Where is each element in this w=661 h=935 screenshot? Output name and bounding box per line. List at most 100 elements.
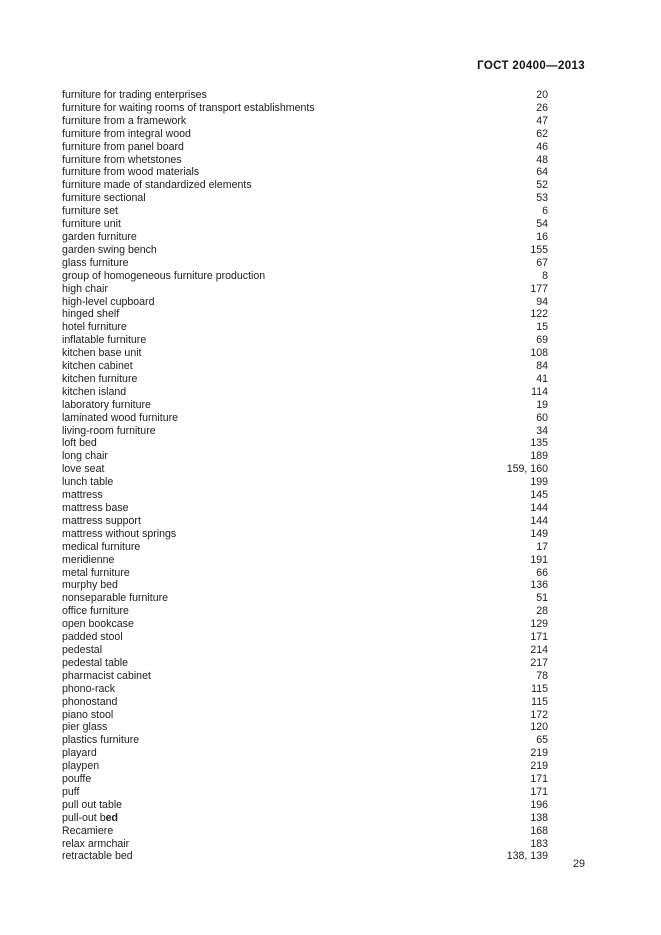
index-entry-row: laboratory furniture 19 <box>62 399 548 412</box>
index-entry-pages: 15 <box>536 321 548 334</box>
index-entry-row: open bookcase 129 <box>62 618 548 631</box>
index-entry-row: furniture made of standardized elements 5… <box>62 179 548 192</box>
index-entry-row: furniture from wood materials 64 <box>62 166 548 179</box>
index-entry-term: kitchen furniture <box>62 372 138 385</box>
index-entry-term: pouffe <box>62 773 92 786</box>
index-entry-term: lunch table <box>62 476 114 489</box>
index-entry-pages: 108 <box>530 347 548 360</box>
index-entry-term: furniture made of standardized elements <box>62 179 252 192</box>
index-entry-pages: 8 <box>542 269 548 282</box>
index-entry-row: pull-out bed 138 <box>62 812 548 825</box>
index-entry-row: piano stool 172 <box>62 709 548 722</box>
index-entry-pages: 20 <box>536 89 548 101</box>
index-entry-pages: 67 <box>536 256 548 269</box>
index-entry-row: medical furniture 17 <box>62 541 548 554</box>
index-entry-row: garden swing bench 155 <box>62 244 548 257</box>
index-entry-term: long chair <box>62 450 108 463</box>
index-entry-row: office furniture 28 <box>62 605 548 618</box>
document-page: ГОСТ 20400—2013 furniture for trading en… <box>0 0 661 935</box>
index-entry-term: furniture from whetstones <box>62 153 182 166</box>
index-entry-term: inflatable furniture <box>62 334 147 347</box>
index-entry-row: furniture for trading enterprises 20 <box>62 89 548 102</box>
index-entry-pages: 28 <box>536 605 548 618</box>
index-entry-term: garden swing bench <box>62 243 157 256</box>
index-entry-row: group of homogeneous furniture productio… <box>62 270 548 283</box>
index-entry-pages: 129 <box>530 618 548 631</box>
index-entry-row: furniture unit 54 <box>62 218 548 231</box>
index-entry-pages: 189 <box>530 450 548 463</box>
index-entry-term: high-level cupboard <box>62 295 155 308</box>
index-entry-row: high-level cupboard 94 <box>62 296 548 309</box>
index-entry-term: puff <box>62 785 80 798</box>
index-entry-term: love seat <box>62 463 105 476</box>
index-entry-term: furniture for trading enterprises <box>62 89 207 101</box>
index-entry-pages: 66 <box>536 566 548 579</box>
index-entry-row: relax armchair 183 <box>62 838 548 851</box>
index-entry-pages: 214 <box>530 643 548 656</box>
index-entry-row: nonseparable furniture 51 <box>62 592 548 605</box>
index-entry-pages: 16 <box>536 230 548 243</box>
index-entry-row: phono-rack 115 <box>62 683 548 696</box>
index-entry-pages: 183 <box>530 837 548 850</box>
index-entry-term: kitchen base unit <box>62 347 142 360</box>
index-entry-pages: 48 <box>536 153 548 166</box>
index-entry-pages: 168 <box>530 824 548 837</box>
index-entry-pages: 78 <box>536 669 548 682</box>
index-entry-term: laboratory furniture <box>62 398 151 411</box>
index-entry-pages: 60 <box>536 411 548 424</box>
index-entry-pages: 135 <box>530 437 548 450</box>
index-entry-term: open bookcase <box>62 618 134 631</box>
index-entry-row: meridienne 191 <box>62 554 548 567</box>
index-entry-row: furniture sectional 53 <box>62 192 548 205</box>
index-entry-pages: 53 <box>536 192 548 205</box>
index-entry-row: furniture from integral wood 62 <box>62 128 548 141</box>
page-header: ГОСТ 20400—2013 <box>477 60 585 72</box>
index-entry-row: garden furniture 16 <box>62 231 548 244</box>
index-entry-pages: 17 <box>536 540 548 553</box>
index-entry-row: playard 219 <box>62 747 548 760</box>
index-entry-pages: 159, 160 <box>506 463 548 476</box>
index-entry-term: furniture from panel board <box>62 140 184 153</box>
index-entry-term: playpen <box>62 760 100 773</box>
index-entry-pages: 144 <box>530 514 548 527</box>
index-entry-pages: 114 <box>531 385 548 398</box>
index-entry-row: hinged shelf 122 <box>62 308 548 321</box>
index-entry-pages: 41 <box>536 372 548 385</box>
index-entry-term: pharmacist cabinet <box>62 669 151 682</box>
index-entry-term: kitchen cabinet <box>62 360 133 373</box>
index-entry-term: loft bed <box>62 437 97 450</box>
index-entry-term: pedestal table <box>62 656 128 669</box>
index-entry-term-emphasis: ed <box>105 811 118 824</box>
index-entry-row: kitchen cabinet 84 <box>62 360 548 373</box>
index-entry-term: piano stool <box>62 708 114 721</box>
index-entry-pages: 171 <box>530 773 548 786</box>
index-entry-term: furniture unit <box>62 218 121 231</box>
index-entry-row: pedestal table 217 <box>62 657 548 670</box>
index-entry-term: hinged shelf <box>62 308 120 321</box>
index-entry-row: pedestal 214 <box>62 644 548 657</box>
index-entry-row: mattress without springs 149 <box>62 528 548 541</box>
index-entry-row: loft bed 135 <box>62 437 548 450</box>
index-entry-row: pull out table 196 <box>62 799 548 812</box>
index-entry-pages: 51 <box>536 592 548 605</box>
index-entry-pages: 52 <box>536 179 548 192</box>
index-entry-pages: 145 <box>530 489 548 502</box>
index-entry-term: kitchen island <box>62 385 127 398</box>
index-entry-pages: 122 <box>530 308 548 321</box>
index-entry-pages: 219 <box>530 760 548 773</box>
index-entry-pages: 149 <box>530 527 548 540</box>
index-entry-row: living-room furniture 34 <box>62 425 548 438</box>
index-entry-pages: 171 <box>530 631 548 644</box>
index-entry-term: phonostand <box>62 695 118 708</box>
index-entry-term: furniture from integral wood <box>62 127 191 140</box>
index-entry-pages: 54 <box>536 218 548 231</box>
index-entry-term: mattress base <box>62 502 129 514</box>
index-entry-term: laminated wood furniture <box>62 411 179 424</box>
index-entry-term: pedestal <box>62 643 103 656</box>
index-entry-row: mattress base 144 <box>62 502 548 515</box>
index-entry-term: glass furniture <box>62 256 129 269</box>
index-entry-term: furniture from a framework <box>62 114 187 127</box>
index-entry-term: relax armchair <box>62 837 130 850</box>
index-entry-row: mattress 145 <box>62 489 548 502</box>
index-entry-row: inflatable furniture 69 <box>62 334 548 347</box>
